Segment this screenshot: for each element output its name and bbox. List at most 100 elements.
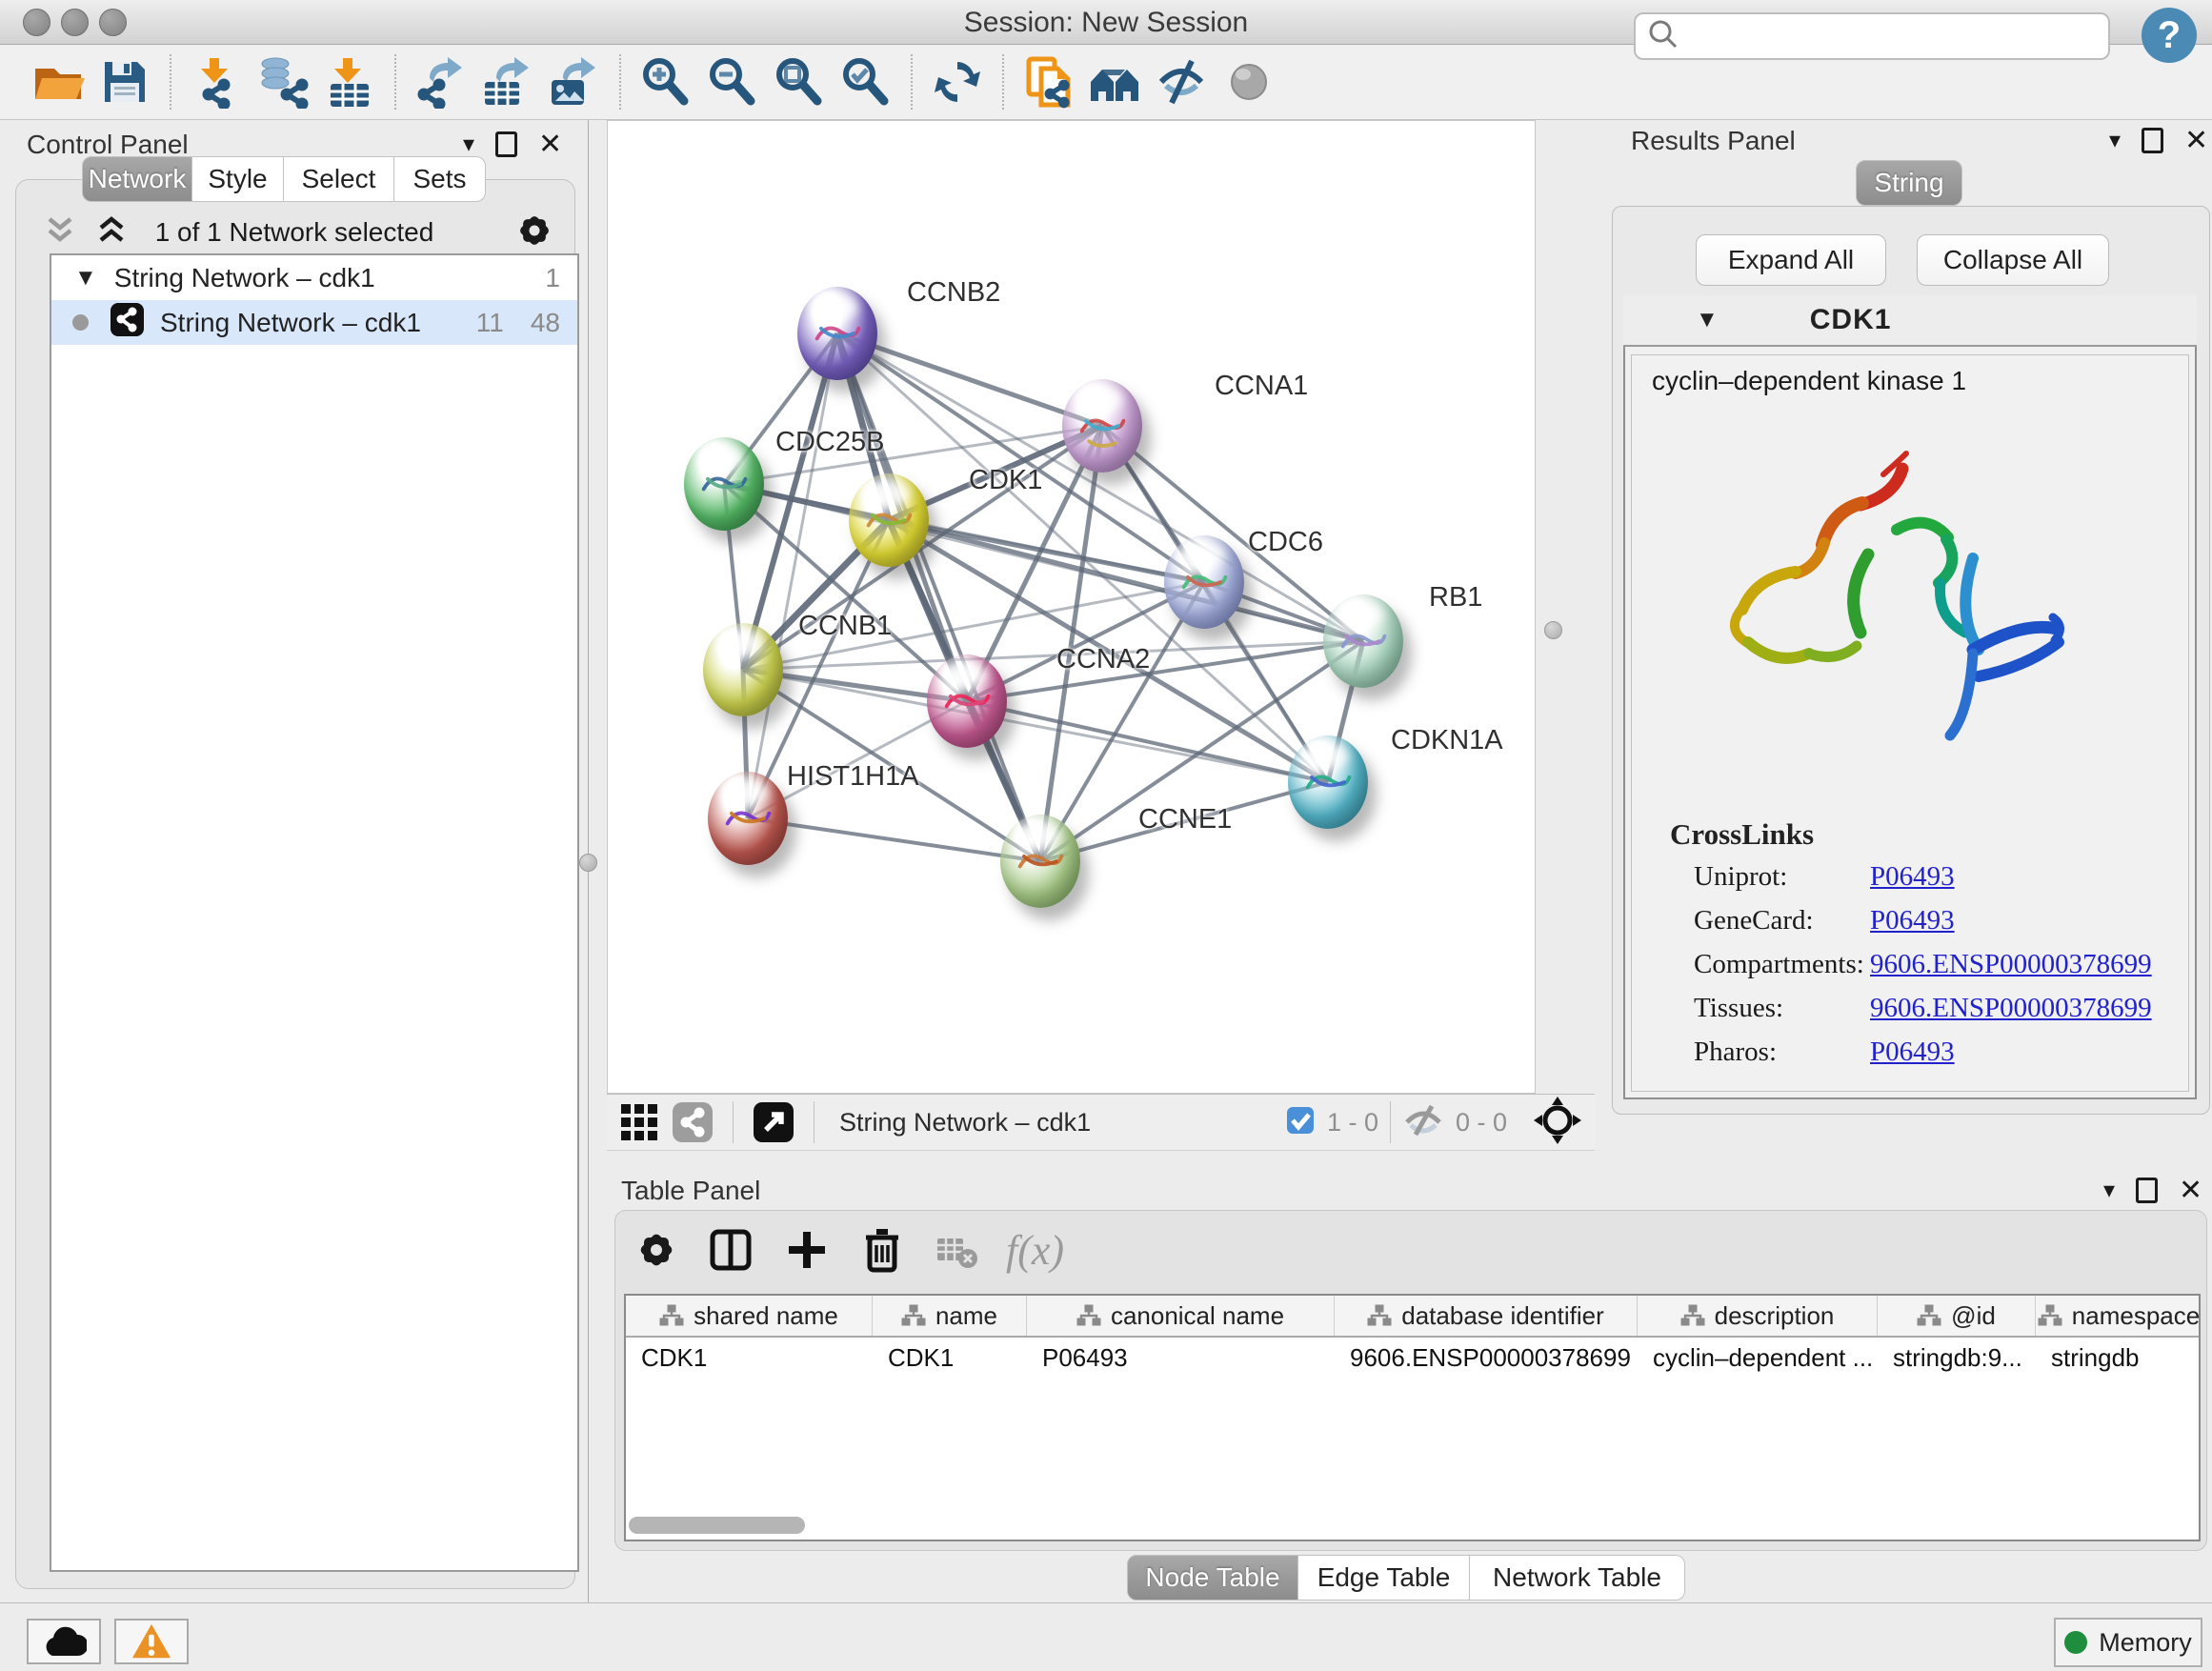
network-row[interactable]: String Network – cdk1 11 48 bbox=[51, 300, 577, 345]
network-node-ccne1[interactable] bbox=[1000, 815, 1080, 908]
tab-node-table[interactable]: Node Table bbox=[1127, 1555, 1298, 1601]
results-float-icon[interactable] bbox=[2142, 128, 2163, 153]
string-badge-icon[interactable] bbox=[666, 1092, 719, 1153]
selected-count-badge: 1 - 0 bbox=[1327, 1108, 1378, 1137]
import-network-icon[interactable] bbox=[183, 51, 250, 112]
zoom-out-icon[interactable] bbox=[699, 51, 766, 112]
cloud-status-button[interactable] bbox=[27, 1619, 101, 1664]
gene-expander-icon[interactable]: ▼ bbox=[1696, 307, 1719, 333]
warning-status-button[interactable] bbox=[114, 1619, 189, 1664]
table-float-icon[interactable] bbox=[2136, 1178, 2158, 1203]
refresh-icon[interactable] bbox=[924, 51, 991, 112]
show-columns-icon[interactable] bbox=[705, 1219, 756, 1280]
table-cell[interactable]: cyclin–dependent ... bbox=[1638, 1343, 1878, 1373]
delete-table-icon[interactable] bbox=[932, 1219, 981, 1280]
column-header--id[interactable]: @id bbox=[1878, 1296, 2036, 1336]
table-menu-icon[interactable]: ▾ bbox=[2103, 1177, 2115, 1204]
table-cell[interactable]: stringdb bbox=[2036, 1343, 2201, 1373]
crosslink-link[interactable]: 9606.ENSP00000378699 bbox=[1870, 993, 2152, 1024]
crosslink-link[interactable]: 9606.ENSP00000378699 bbox=[1870, 949, 2152, 980]
network-node-hist1h1a[interactable] bbox=[708, 772, 788, 865]
memory-button[interactable]: Memory bbox=[2054, 1618, 2202, 1667]
network-node-cdc25b[interactable] bbox=[684, 437, 764, 531]
network-node-cdk1[interactable] bbox=[849, 473, 929, 567]
table-cell[interactable]: stringdb:9... bbox=[1878, 1343, 2036, 1373]
column-header-description[interactable]: description bbox=[1638, 1296, 1878, 1336]
export-network-icon[interactable] bbox=[408, 51, 474, 112]
network-node-cdc6[interactable] bbox=[1164, 535, 1244, 629]
search-box[interactable] bbox=[1634, 12, 2110, 60]
close-panel-icon[interactable]: ✕ bbox=[538, 128, 562, 161]
fit-crosshair-icon[interactable] bbox=[1534, 1097, 1581, 1149]
import-database-icon[interactable] bbox=[250, 51, 316, 112]
create-column-icon[interactable] bbox=[781, 1219, 833, 1280]
tab-edge-table[interactable]: Edge Table bbox=[1298, 1555, 1470, 1601]
selected-checkbox-icon[interactable] bbox=[1285, 1105, 1316, 1140]
save-icon[interactable] bbox=[91, 51, 158, 112]
network-node-rb1[interactable] bbox=[1323, 594, 1403, 688]
table-close-icon[interactable]: ✕ bbox=[2179, 1174, 2202, 1207]
network-options-gear-icon[interactable] bbox=[514, 211, 554, 255]
hide-selected-icon[interactable] bbox=[1149, 51, 1216, 112]
table-cell[interactable]: CDK1 bbox=[873, 1343, 1027, 1373]
left-splitter-handle[interactable] bbox=[579, 854, 597, 872]
network-node-cdkn1a[interactable] bbox=[1288, 735, 1368, 829]
crosslink-link[interactable]: P06493 bbox=[1870, 905, 1955, 936]
import-table-icon[interactable] bbox=[316, 51, 383, 112]
network-node-ccna2[interactable] bbox=[927, 654, 1007, 748]
gene-header-row[interactable]: ▼ CDK1 bbox=[1623, 295, 2197, 347]
results-menu-icon[interactable]: ▾ bbox=[2109, 127, 2121, 154]
tab-network[interactable]: Network bbox=[82, 156, 192, 202]
open-folder-icon[interactable] bbox=[25, 51, 91, 112]
tab-network-table[interactable]: Network Table bbox=[1470, 1555, 1685, 1601]
column-header-namespace[interactable]: namespace bbox=[2036, 1296, 2201, 1336]
toolbar-separator bbox=[1002, 54, 1004, 110]
column-header-database-identifier[interactable]: database identifier bbox=[1335, 1296, 1638, 1336]
vertical-splitter-handle[interactable] bbox=[1544, 621, 1562, 639]
birds-eye-grid-icon[interactable] bbox=[613, 1092, 666, 1153]
crosslink-label: Pharos: bbox=[1694, 1037, 1777, 1068]
network-collection-row[interactable]: ▼ String Network – cdk1 1 bbox=[51, 255, 577, 300]
vertical-splitter[interactable] bbox=[1536, 120, 1570, 1151]
duplicate-network-icon[interactable] bbox=[1016, 51, 1082, 112]
table-gear-icon[interactable] bbox=[633, 1219, 680, 1280]
show-all-icon[interactable] bbox=[1216, 51, 1282, 112]
export-image-icon[interactable] bbox=[541, 51, 608, 112]
tab-style[interactable]: Style bbox=[192, 156, 284, 202]
search-input[interactable] bbox=[1679, 21, 2083, 52]
column-header-name[interactable]: name bbox=[873, 1296, 1027, 1336]
zoom-fit-icon[interactable] bbox=[766, 51, 833, 112]
help-button[interactable]: ? bbox=[2142, 8, 2197, 63]
panel-menu-icon[interactable]: ▾ bbox=[463, 131, 474, 158]
zoom-in-icon[interactable] bbox=[633, 51, 699, 112]
column-header-shared-name[interactable]: shared name bbox=[626, 1296, 873, 1336]
table-horizontal-scrollbar[interactable] bbox=[629, 1517, 2196, 1534]
expand-all-button[interactable]: Expand All bbox=[1696, 234, 1886, 286]
network-canvas[interactable]: CCNB2CCNA1CDC25BCDK1CDC6RB1CCNB1CCNA2CDK… bbox=[607, 120, 1536, 1094]
tab-sets[interactable]: Sets bbox=[394, 156, 486, 202]
scrollbar-thumb[interactable] bbox=[629, 1517, 805, 1534]
column-header-canonical-name[interactable]: canonical name bbox=[1027, 1296, 1335, 1336]
export-table-icon[interactable] bbox=[474, 51, 541, 112]
network-node-ccna1[interactable] bbox=[1062, 379, 1142, 473]
table-cell[interactable]: CDK1 bbox=[626, 1343, 873, 1373]
export-view-icon[interactable] bbox=[747, 1092, 800, 1153]
delete-column-icon[interactable] bbox=[857, 1219, 907, 1280]
crosslink-link[interactable]: P06493 bbox=[1870, 861, 1955, 893]
results-close-icon[interactable]: ✕ bbox=[2184, 124, 2208, 157]
hidden-eye-icon[interactable] bbox=[1402, 1103, 1444, 1142]
collapse-all-button[interactable]: Collapse All bbox=[1917, 234, 2109, 286]
tree-expander-icon[interactable]: ▼ bbox=[74, 265, 97, 292]
crosslink-link[interactable]: P06493 bbox=[1870, 1037, 1955, 1068]
first-neighbors-icon[interactable] bbox=[1082, 51, 1149, 112]
tab-select[interactable]: Select bbox=[284, 156, 394, 202]
tab-string[interactable]: String bbox=[1856, 160, 1962, 206]
float-panel-icon[interactable] bbox=[495, 131, 517, 157]
network-node-ccnb2[interactable] bbox=[797, 287, 877, 380]
network-node-ccnb1[interactable] bbox=[703, 623, 783, 716]
table-cell[interactable]: P06493 bbox=[1027, 1343, 1335, 1373]
zoom-selected-icon[interactable] bbox=[833, 51, 899, 112]
function-builder-icon[interactable]: f(x) bbox=[1006, 1226, 1064, 1275]
table-cell[interactable]: 9606.ENSP00000378699 bbox=[1335, 1343, 1638, 1373]
horizontal-splitter[interactable] bbox=[589, 1151, 2212, 1174]
